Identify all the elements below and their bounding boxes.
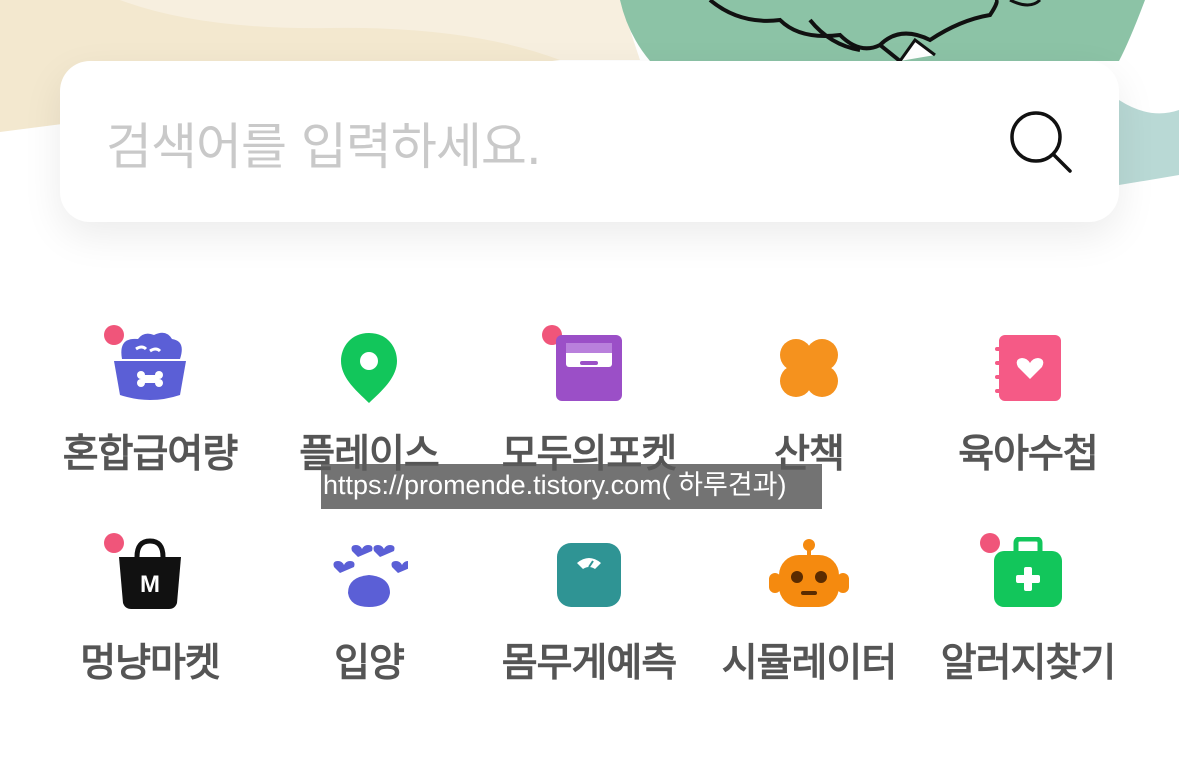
menu-item-label: 알러지찾기 — [940, 641, 1116, 686]
menu-item-simulator[interactable]: 시뮬레이터 — [699, 533, 919, 703]
menu-item-label: 시뮬레이터 — [721, 641, 897, 686]
menu-item-label: 입양 — [334, 641, 405, 686]
first-aid-kit-icon — [994, 537, 1062, 607]
menu-item-label: 혼합급여량 — [62, 432, 238, 477]
menu-item-label: 육아수첩 — [958, 432, 1099, 477]
notebook-heart-icon — [995, 335, 1061, 401]
menu-item-mixed-feeding[interactable]: 혼합급여량 — [40, 325, 260, 495]
menu-item-allergy[interactable]: 알러지찾기 — [918, 533, 1138, 703]
food-bowl-icon — [114, 332, 186, 400]
menu-item-weight-prediction[interactable]: 몸무게예측 — [479, 533, 699, 703]
menu-item-diary[interactable]: 육아수첩 — [918, 325, 1138, 495]
menu-item-adoption[interactable]: 입양 — [259, 533, 479, 703]
scale-icon — [557, 543, 621, 607]
map-pin-icon — [341, 333, 397, 403]
inbox-tray-icon — [556, 335, 622, 401]
svg-text:M: M — [140, 571, 160, 598]
robot-icon — [769, 539, 849, 607]
search-icon[interactable] — [1006, 107, 1076, 177]
menu-item-label: 몸무게예측 — [501, 641, 677, 686]
menu-item-market[interactable]: M 멍냥마켓 — [40, 533, 260, 703]
search-input[interactable]: 검색어를 입력하세요. — [106, 107, 542, 179]
watermark-text: https://promende.tistory.com( 하루견과) — [321, 464, 822, 509]
clover-icon — [780, 339, 838, 397]
menu-item-label: 멍냥마켓 — [80, 641, 221, 686]
shopping-bag-icon: M — [119, 538, 181, 609]
search-bar[interactable]: 검색어를 입력하세요. — [60, 61, 1119, 222]
paw-icon — [333, 545, 408, 607]
